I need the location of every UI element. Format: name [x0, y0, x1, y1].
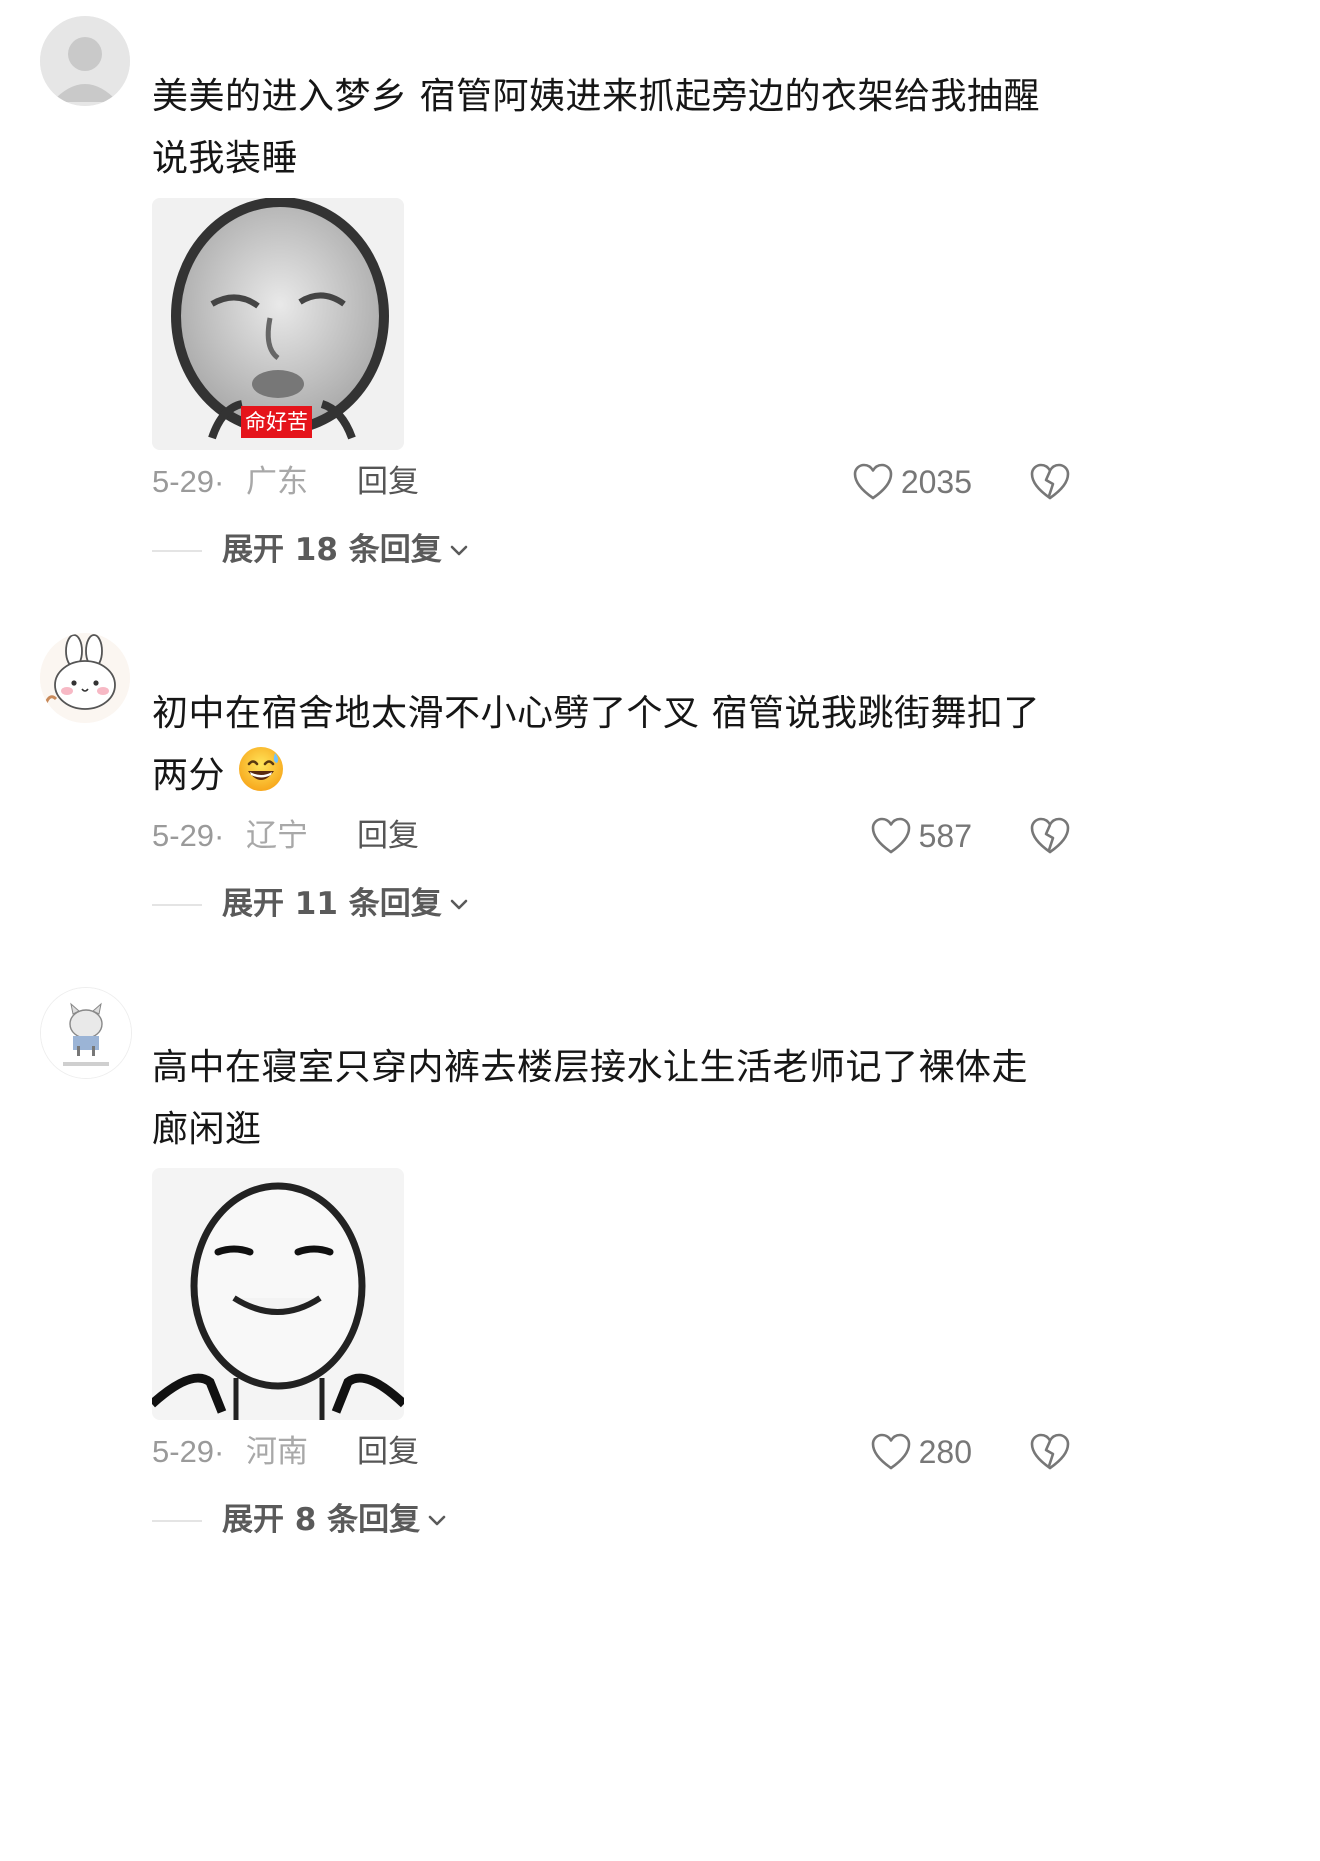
comment-date: 5-29·	[152, 1430, 224, 1474]
comment-text-line-1: 美美的进入梦乡 宿管阿姨进来抓起旁边的衣架给我抽醒	[152, 76, 1040, 117]
expand-replies-label: 展开 8 条回复	[222, 1502, 421, 1538]
comment-region: 广东	[246, 464, 308, 500]
like-button[interactable]: 587	[871, 814, 972, 858]
date-separator: ·	[214, 818, 225, 853]
default-user-icon	[40, 16, 130, 106]
divider-line	[152, 550, 202, 552]
comment-meta: 5-29· 辽宁 回复 587	[152, 814, 1082, 858]
sticker-caption: 命好苦	[241, 406, 312, 438]
reply-button[interactable]: 回复	[357, 1430, 419, 1474]
heart-outline-icon	[853, 463, 893, 500]
heart-outline-icon	[871, 1433, 910, 1470]
broken-heart-icon[interactable]	[1030, 816, 1070, 856]
like-button[interactable]: 280	[871, 1430, 972, 1474]
comment-text-line-2: 说我装睡	[152, 138, 299, 179]
chevron-down-icon	[450, 899, 468, 910]
heart-outline-icon	[871, 817, 910, 854]
chevron-down-icon	[428, 1515, 446, 1526]
avatar-default[interactable]	[40, 16, 130, 106]
reply-button[interactable]: 回复	[357, 814, 419, 858]
comment-text-line-2: 两分	[152, 755, 226, 796]
date-separator: ·	[214, 464, 225, 499]
avatar-bunny[interactable]	[40, 633, 130, 723]
comment-region: 河南	[246, 1434, 308, 1470]
avatar-cat[interactable]	[40, 987, 132, 1079]
expand-replies-button[interactable]: 展开 8 条回复	[222, 1498, 448, 1542]
expand-replies-label: 展开 18 条回复	[222, 532, 442, 568]
cat-avatar-icon	[41, 988, 131, 1078]
comment-text: 初中在宿舍地太滑不小心劈了个叉 宿管说我跳街舞扣了 两分	[152, 683, 1062, 807]
comment-text-line-2: 廊闲逛	[152, 1109, 262, 1150]
broken-heart-icon[interactable]	[1030, 1432, 1070, 1472]
comment-date: 5-29·	[152, 814, 224, 858]
date-value: 5-29	[152, 464, 215, 499]
chevron-down-icon	[450, 545, 468, 556]
sticker-image-smile-face[interactable]	[152, 1168, 404, 1420]
comment-text-line-1: 初中在宿舍地太滑不小心劈了个叉 宿管说我跳街舞扣了	[152, 693, 1040, 734]
comment-region: 辽宁	[246, 818, 308, 854]
broken-heart-icon[interactable]	[1030, 462, 1070, 502]
expand-replies: 展开 18 条回复	[152, 528, 552, 572]
sticker-image-sad-face[interactable]: 命好苦	[152, 198, 404, 450]
expand-replies-label: 展开 11 条回复	[222, 886, 442, 922]
divider-line	[152, 1520, 202, 1522]
comment-text: 高中在寝室只穿内裤去楼层接水让生活老师记了裸体走 廊闲逛	[152, 1037, 1062, 1161]
date-separator: ·	[214, 1434, 225, 1469]
comment-date: 5-29·	[152, 460, 224, 504]
comment-text: 美美的进入梦乡 宿管阿姨进来抓起旁边的衣架给我抽醒 说我装睡	[152, 66, 1062, 190]
comment-meta: 5-29· 河南 回复 280	[152, 1430, 1082, 1474]
date-value: 5-29	[152, 1434, 215, 1469]
like-count: 587	[918, 818, 972, 854]
like-count: 2035	[900, 464, 972, 500]
divider-line	[152, 904, 202, 906]
expand-replies: 展开 11 条回复	[152, 882, 552, 926]
comment-meta: 5-29· 广东 回复 2035	[152, 460, 1082, 504]
bunny-avatar-icon	[40, 633, 130, 723]
like-button[interactable]: 2035	[853, 460, 972, 504]
expand-replies-button[interactable]: 展开 18 条回复	[222, 528, 470, 572]
grinning-sweat-emoji-icon	[238, 747, 283, 791]
reply-button[interactable]: 回复	[357, 460, 419, 504]
comment-text-line-1: 高中在寝室只穿内裤去楼层接水让生活老师记了裸体走	[152, 1047, 1029, 1088]
smile-face-sticker-drawing	[152, 1168, 404, 1420]
like-count: 280	[918, 1434, 972, 1470]
expand-replies: 展开 8 条回复	[152, 1498, 552, 1542]
expand-replies-button[interactable]: 展开 11 条回复	[222, 882, 470, 926]
date-value: 5-29	[152, 818, 215, 853]
